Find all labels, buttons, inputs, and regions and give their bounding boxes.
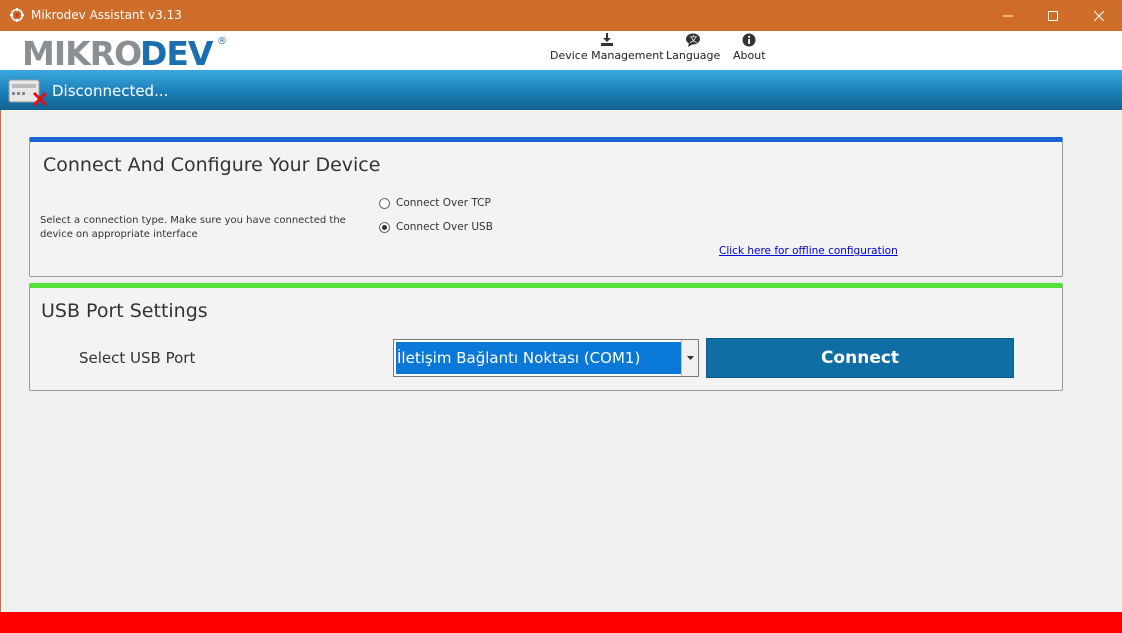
device-disconnected-icon: [8, 79, 48, 107]
menu-label: Language: [666, 49, 721, 62]
mikrodev-logo: MIKRO DEV ®: [22, 34, 227, 68]
usb-port-dropdown[interactable]: İletişim Bağlantı Noktası (COM1): [393, 339, 699, 377]
usb-port-settings-panel: USB Port Settings Select USB Port İletiş…: [29, 283, 1063, 391]
info-icon: [742, 33, 756, 47]
bottom-status-strip: [0, 612, 1122, 633]
close-button[interactable]: [1076, 0, 1122, 31]
chevron-down-icon: [686, 356, 694, 360]
dropdown-arrow[interactable]: [681, 340, 698, 376]
menu-label: About: [733, 49, 766, 62]
radio-circle[interactable]: [379, 197, 390, 209]
download-icon: [600, 33, 613, 46]
menu-device-management[interactable]: Device Management: [550, 33, 664, 62]
selected-port-value: İletişim Bağlantı Noktası (COM1): [396, 342, 681, 374]
minimize-icon: [1003, 15, 1013, 16]
svg-text:MIKRO: MIKRO: [22, 34, 141, 68]
panel-title: USB Port Settings: [41, 300, 208, 322]
radio-connect-usb[interactable]: Connect Over USB: [379, 221, 493, 233]
language-icon: 文: [686, 33, 701, 47]
window-title: Mikrodev Assistant v3.13: [31, 8, 182, 22]
connection-status-text: Disconnected...: [52, 82, 169, 100]
connect-button[interactable]: Connect: [706, 338, 1014, 378]
radio-circle[interactable]: [379, 221, 390, 233]
connection-status-bar: Disconnected...: [0, 70, 1122, 110]
close-icon: [1094, 10, 1104, 21]
window-border: [0, 31, 1, 612]
connect-configure-panel: Connect And Configure Your Device Select…: [29, 137, 1063, 277]
header: MIKRO DEV ® Device Management 文 Language…: [0, 31, 1122, 70]
app-icon: [10, 8, 24, 22]
menu-about[interactable]: About: [733, 33, 766, 62]
title-bar: Mikrodev Assistant v3.13: [0, 0, 1122, 31]
radio-connect-tcp[interactable]: Connect Over TCP: [379, 197, 491, 209]
svg-text:文: 文: [690, 34, 698, 44]
usb-port-label: Select USB Port: [79, 349, 196, 367]
panel-title: Connect And Configure Your Device: [43, 154, 381, 176]
menu-label: Device Management: [550, 49, 664, 62]
maximize-button[interactable]: [1030, 0, 1076, 31]
offline-configuration-link[interactable]: Click here for offline configuration: [719, 245, 898, 257]
menu-language[interactable]: 文 Language: [666, 33, 720, 62]
connection-hint: Select a connection type. Make sure you …: [40, 215, 346, 240]
maximize-icon: [1048, 10, 1058, 21]
radio-label: Connect Over TCP: [396, 197, 491, 209]
svg-text:®: ®: [217, 36, 227, 47]
radio-label: Connect Over USB: [396, 221, 493, 233]
svg-text:DEV: DEV: [140, 34, 214, 68]
minimize-button[interactable]: [985, 0, 1031, 31]
